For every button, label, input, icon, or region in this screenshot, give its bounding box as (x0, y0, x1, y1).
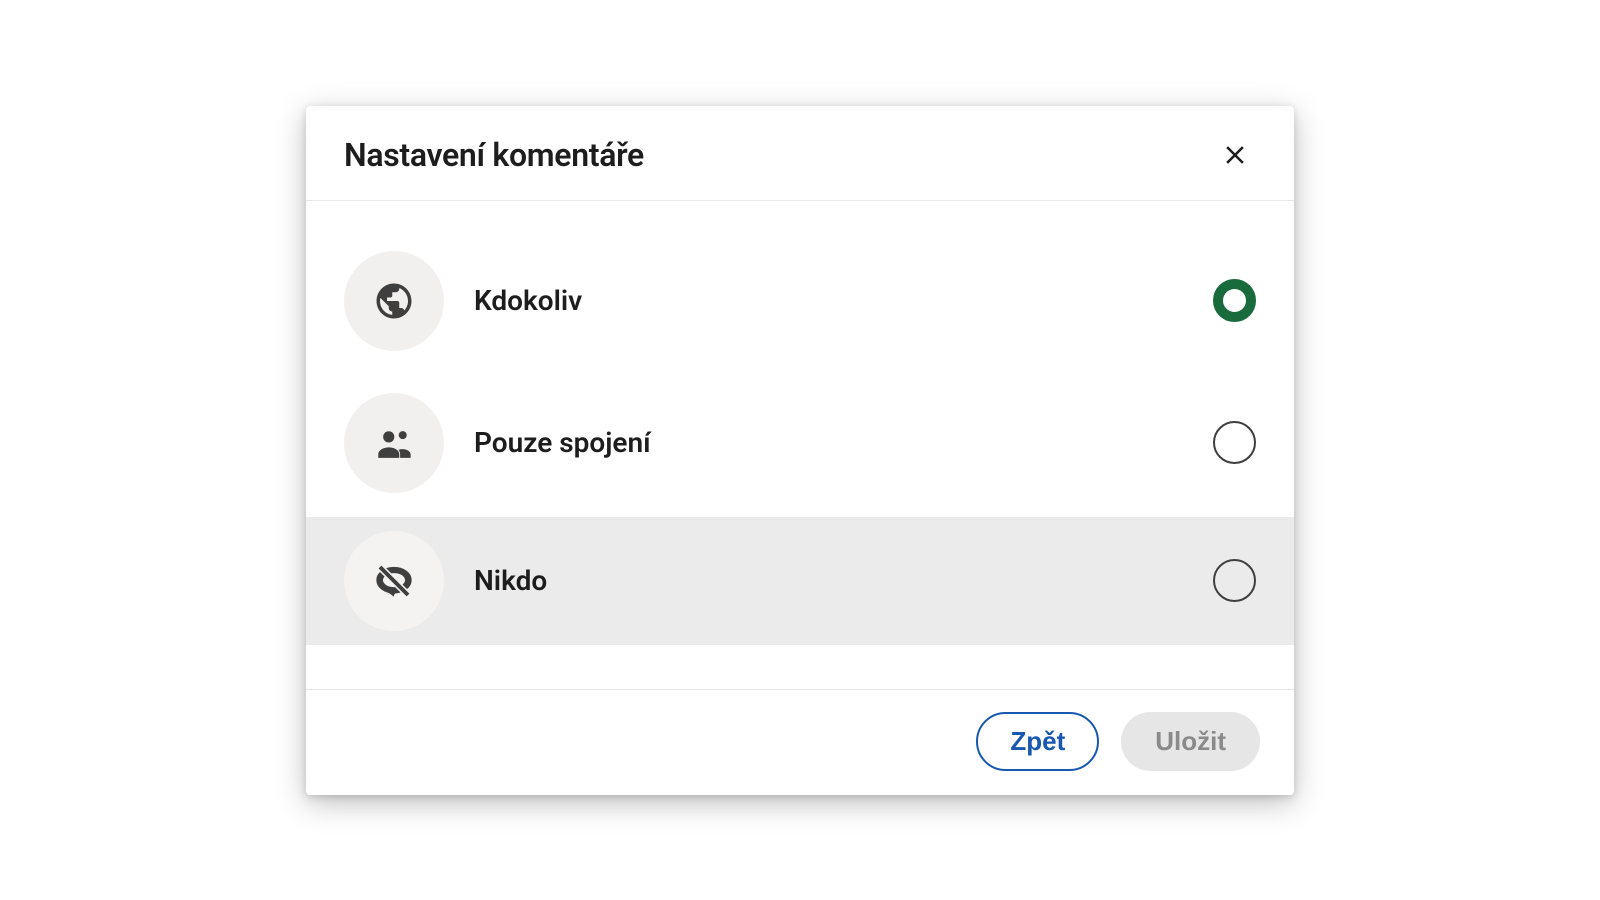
radio-nobody[interactable] (1213, 559, 1256, 602)
spacer (306, 645, 1294, 689)
option-connections[interactable]: Pouze spojení (306, 379, 1294, 507)
icon-circle (344, 251, 444, 351)
close-icon (1220, 140, 1250, 170)
options-list: Kdokoliv Pouze spojení (306, 201, 1294, 689)
back-button[interactable]: Zpět (976, 712, 1099, 771)
option-label: Pouze spojení (474, 426, 1183, 459)
option-anyone[interactable]: Kdokoliv (306, 237, 1294, 365)
radio-anyone[interactable] (1213, 279, 1256, 322)
globe-icon (373, 280, 415, 322)
icon-circle (344, 531, 444, 631)
dialog-header: Nastavení komentáře (306, 106, 1294, 201)
comment-settings-dialog: Nastavení komentáře Kdokoliv (306, 106, 1294, 795)
option-label: Nikdo (474, 564, 1183, 597)
close-button[interactable] (1214, 134, 1256, 176)
dialog-footer: Zpět Uložit (306, 689, 1294, 795)
save-button[interactable]: Uložit (1121, 712, 1260, 771)
comment-off-icon (373, 560, 415, 602)
radio-connections[interactable] (1213, 421, 1256, 464)
option-nobody[interactable]: Nikdo (306, 517, 1294, 645)
people-icon (373, 422, 415, 464)
icon-circle (344, 393, 444, 493)
dialog-title: Nastavení komentáře (344, 136, 644, 174)
option-label: Kdokoliv (474, 284, 1183, 317)
